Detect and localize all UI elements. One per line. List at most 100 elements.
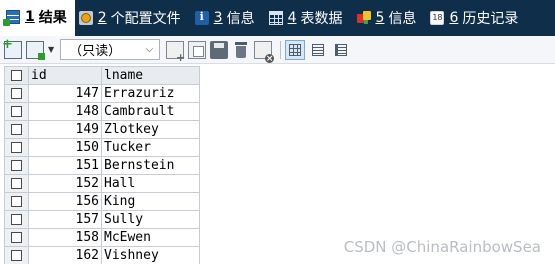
result-tab-bar: 1 结果 2 个配置文件 3 信息 4 表数据 5 信息 6 历史记录 (0, 0, 555, 36)
table-row[interactable]: 156 King (4, 192, 200, 211)
save-icon[interactable] (210, 40, 229, 59)
form-view-button[interactable] (308, 40, 328, 60)
row-select-cell[interactable] (4, 228, 29, 247)
id-cell[interactable]: 152 (28, 174, 102, 193)
tab-number: 3 (213, 10, 223, 26)
tab-label: 个配置文件 (110, 11, 181, 27)
duplicate-row-icon[interactable] (26, 40, 45, 60)
watermark: CSDN @ChinaRainbowSea (343, 238, 541, 256)
result-grid-icon (3, 10, 20, 26)
row-select-cell[interactable] (4, 138, 29, 157)
insert-row-icon[interactable] (2, 37, 22, 59)
tab-table-data[interactable]: 4 表数据 (265, 0, 353, 36)
id-cell[interactable]: 158 (28, 228, 102, 247)
mode-select-value: （只读） (69, 44, 122, 59)
toolbar-divider (280, 40, 282, 59)
header-row: id lname (4, 66, 200, 85)
tab-profiles[interactable]: 2 个配置文件 (75, 0, 191, 36)
table-data-icon (268, 11, 283, 25)
id-cell[interactable]: 157 (28, 210, 102, 229)
table-row[interactable]: 151 Bernstein (4, 156, 200, 175)
tab-label: 结果 (38, 10, 67, 26)
tab-label: 历史记录 (462, 11, 519, 27)
grid-view-button[interactable] (285, 39, 306, 60)
row-checkbox[interactable] (11, 232, 22, 243)
tab-number: 6 (449, 10, 459, 26)
lname-cell[interactable]: McEwen (101, 228, 200, 247)
table-row[interactable]: 148 Cambrault (4, 102, 200, 121)
table-row[interactable]: 150 Tucker (4, 138, 200, 157)
table-row[interactable]: 152 Hall (4, 174, 200, 193)
text-view-icon (335, 43, 348, 56)
tab-label: 表数据 (300, 11, 343, 27)
lname-cell[interactable]: Errazuriz (101, 84, 200, 103)
row-checkbox[interactable] (11, 124, 22, 135)
delete-icon[interactable] (232, 41, 250, 59)
row-select-cell[interactable] (4, 246, 29, 264)
text-view-button[interactable] (331, 40, 351, 60)
info-icon (194, 10, 209, 25)
row-select-cell[interactable] (4, 192, 29, 211)
tab-number: 1 (25, 9, 35, 25)
lname-cell[interactable]: Sully (101, 210, 200, 229)
mode-select[interactable]: （只读） ⌵ (60, 39, 161, 60)
select-all-cell[interactable] (4, 66, 29, 85)
lname-cell[interactable]: Cambrault (101, 102, 200, 121)
result-grid: id lname 147 Errazuriz 148 Cambrault 149 Zl… (4, 66, 200, 264)
row-select-cell[interactable] (4, 102, 29, 121)
id-cell[interactable]: 151 (28, 156, 102, 175)
tab-label: 信息 (388, 11, 417, 27)
table-row[interactable]: 149 Zlotkey (4, 120, 200, 139)
history-calendar-icon (430, 11, 445, 25)
lname-cell[interactable]: Vishney (101, 246, 200, 264)
row-checkbox[interactable] (11, 106, 22, 117)
row-checkbox[interactable] (11, 88, 22, 99)
tab-results[interactable]: 1 结果 (0, 0, 75, 36)
row-checkbox[interactable] (11, 196, 22, 207)
lname-cell[interactable]: Hall (101, 174, 200, 193)
tab-number: 4 (287, 10, 297, 26)
row-checkbox[interactable] (11, 214, 22, 225)
tab-number: 5 (375, 10, 385, 26)
table-row[interactable]: 157 Sully (4, 210, 200, 229)
chevron-down-icon: ⌵ (145, 44, 154, 55)
row-checkbox[interactable] (11, 250, 22, 261)
row-checkbox[interactable] (11, 160, 22, 171)
profile-config-icon (78, 11, 93, 25)
id-cell[interactable]: 147 (28, 84, 102, 103)
row-select-cell[interactable] (4, 84, 29, 103)
row-select-cell[interactable] (4, 210, 29, 229)
id-cell[interactable]: 148 (28, 102, 102, 121)
id-cell[interactable]: 162 (28, 246, 102, 264)
filter-add-icon[interactable] (166, 40, 185, 64)
tab-number: 2 (97, 10, 107, 26)
column-header-id[interactable]: id (28, 66, 102, 85)
lname-cell[interactable]: King (101, 192, 200, 211)
row-select-cell[interactable] (4, 120, 29, 139)
id-cell[interactable]: 150 (28, 138, 102, 157)
table-row[interactable]: 158 McEwen (4, 228, 200, 247)
lname-cell[interactable]: Bernstein (101, 156, 200, 175)
grid-view-icon (289, 43, 302, 56)
row-select-cell[interactable] (4, 174, 29, 193)
tab-label: 信息 (226, 11, 255, 27)
chevron-down-icon[interactable]: ▼ (48, 45, 54, 54)
id-cell[interactable]: 149 (28, 120, 102, 139)
tab-history[interactable]: 6 历史记录 (426, 0, 528, 36)
tab-info-2[interactable]: 5 信息 (353, 0, 427, 36)
cancel-changes-icon[interactable] (254, 40, 275, 63)
row-checkbox[interactable] (11, 142, 22, 153)
id-cell[interactable]: 156 (28, 192, 102, 211)
table-row[interactable]: 162 Vishney (4, 246, 200, 264)
copy-rows-icon[interactable] (188, 40, 207, 59)
lname-cell[interactable]: Zlotkey (101, 120, 200, 139)
row-select-cell[interactable] (4, 156, 29, 175)
tab-info[interactable]: 3 信息 (191, 0, 265, 36)
form-view-icon (312, 43, 325, 56)
lname-cell[interactable]: Tucker (101, 138, 200, 157)
select-all-checkbox[interactable] (11, 70, 22, 81)
row-checkbox[interactable] (11, 178, 22, 189)
table-row[interactable]: 147 Errazuriz (4, 84, 200, 103)
info-color-icon (356, 11, 371, 25)
column-header-lname[interactable]: lname (101, 66, 200, 85)
